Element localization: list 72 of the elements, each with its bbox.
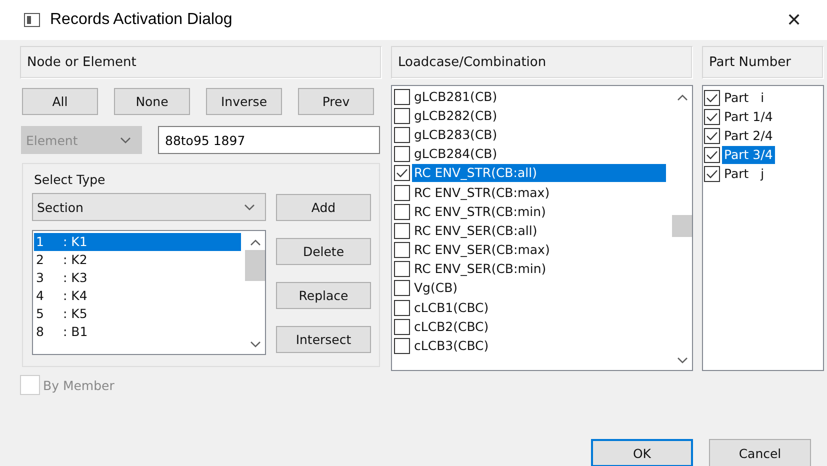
list-item[interactable]: RC ENV_STR(CB:min) bbox=[412, 202, 666, 221]
checkbox[interactable] bbox=[394, 126, 410, 143]
list-item[interactable]: cLCB2(CBC) bbox=[412, 318, 666, 336]
checkbox[interactable] bbox=[394, 318, 410, 335]
list-item[interactable]: 3 : K3 bbox=[34, 269, 241, 287]
list-item[interactable]: gLCB283(CB) bbox=[412, 126, 666, 144]
checkbox[interactable] bbox=[394, 338, 410, 354]
scroll-down-icon bbox=[250, 341, 260, 348]
list-item[interactable]: Vg(CB) bbox=[412, 279, 666, 298]
close-button[interactable]: ✕ bbox=[769, 0, 819, 40]
button[interactable]: All bbox=[22, 88, 98, 115]
checkbox[interactable] bbox=[704, 147, 720, 164]
checkbox[interactable] bbox=[394, 222, 410, 239]
checkbox[interactable] bbox=[394, 146, 410, 162]
checkbox[interactable] bbox=[394, 88, 410, 105]
chevron-down-icon bbox=[244, 204, 255, 210]
button[interactable]: OK bbox=[591, 439, 693, 466]
type-dropdown[interactable]: Section bbox=[32, 193, 266, 221]
checkbox-label: By Member bbox=[43, 378, 114, 392]
app-icon bbox=[24, 13, 40, 27]
list-item[interactable]: RC ENV_SER(CB:all) bbox=[412, 222, 666, 240]
list-item[interactable]: gLCB281(CB) bbox=[412, 88, 666, 106]
scroll-up-icon bbox=[676, 94, 688, 101]
list-item[interactable]: gLCB282(CB) bbox=[412, 106, 666, 125]
chevron-down-icon bbox=[120, 136, 131, 144]
list-item[interactable]: Part 3/4 bbox=[722, 146, 775, 164]
checkbox[interactable] bbox=[394, 165, 410, 182]
list-item[interactable]: gLCB284(CB) bbox=[412, 145, 666, 164]
checkbox[interactable] bbox=[394, 280, 410, 296]
window-title: Records Activation Dialog bbox=[50, 11, 232, 29]
button[interactable]: Add bbox=[276, 194, 371, 221]
list-item[interactable]: 4 : K4 bbox=[34, 287, 241, 305]
button[interactable]: Prev bbox=[298, 88, 374, 115]
list-item[interactable]: Part j bbox=[722, 165, 766, 184]
list-item[interactable]: cLCB1(CBC) bbox=[412, 298, 666, 317]
group-label: Select Type bbox=[33, 172, 106, 187]
list-item[interactable]: Part 1/4 bbox=[722, 108, 775, 126]
button[interactable]: Cancel bbox=[709, 439, 811, 466]
checkbox[interactable] bbox=[394, 204, 410, 220]
checkbox[interactable] bbox=[704, 166, 720, 182]
panel-header: Loadcase/Combination bbox=[391, 46, 693, 79]
list-item[interactable]: Part i bbox=[722, 88, 766, 107]
checkbox[interactable] bbox=[394, 300, 410, 316]
scroll-up-icon bbox=[250, 239, 260, 246]
list-item[interactable]: RC ENV_SER(CB:max) bbox=[412, 241, 666, 260]
button[interactable]: Delete bbox=[276, 238, 371, 265]
list-item[interactable]: RC ENV_SER(CB:min) bbox=[412, 260, 666, 278]
list-item[interactable]: 2 : K2 bbox=[34, 251, 241, 269]
checkbox[interactable] bbox=[394, 242, 410, 258]
button[interactable]: Inverse bbox=[206, 88, 282, 115]
button[interactable]: Intersect bbox=[276, 326, 371, 353]
selection-field[interactable]: 88to95 1897 bbox=[158, 126, 380, 154]
list-item[interactable]: RC ENV_STR(CB:all) bbox=[412, 164, 666, 182]
checkbox[interactable] bbox=[394, 108, 410, 124]
checkbox[interactable] bbox=[704, 90, 720, 106]
button[interactable]: None bbox=[114, 88, 190, 115]
panel-header: Node or Element bbox=[20, 46, 382, 79]
scroll-down-icon bbox=[676, 357, 688, 364]
list-item[interactable]: 8 : B1 bbox=[34, 323, 241, 341]
list-item[interactable]: cLCB3(CBC) bbox=[412, 337, 666, 356]
list-item[interactable]: Part 2/4 bbox=[722, 126, 775, 145]
scrollbar-thumb[interactable] bbox=[245, 250, 265, 281]
panel-header: Part Number bbox=[702, 46, 824, 79]
checkbox[interactable] bbox=[704, 128, 720, 144]
scrollbar-thumb[interactable] bbox=[672, 215, 692, 237]
list-item[interactable]: RC ENV_STR(CB:max) bbox=[412, 184, 666, 202]
list-item[interactable]: 1 : K1 bbox=[34, 233, 241, 251]
button[interactable]: Replace bbox=[276, 282, 371, 309]
list-item[interactable]: 5 : K5 bbox=[34, 305, 241, 323]
checkbox[interactable] bbox=[394, 261, 410, 278]
checkbox[interactable] bbox=[394, 184, 410, 201]
checkbox[interactable] bbox=[704, 108, 720, 125]
